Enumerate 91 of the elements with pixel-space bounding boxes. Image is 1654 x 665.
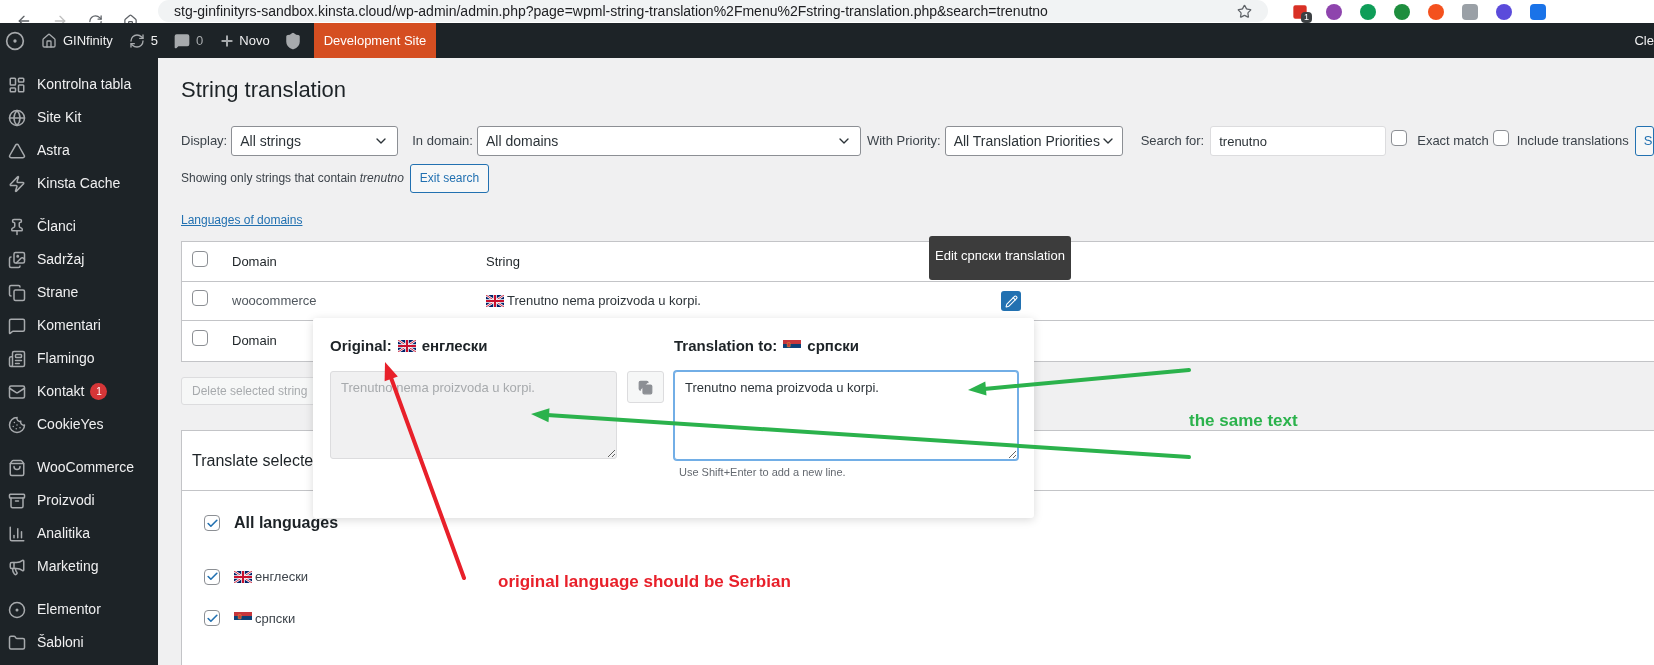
panel-title: Translate selecte (192, 450, 314, 471)
domain-select[interactable]: All domains (476, 126, 861, 156)
sidebar-item[interactable]: Strane (0, 276, 158, 309)
translation-label: Translation to: (674, 335, 778, 356)
sidebar-item[interactable]: Kontakt 1 (0, 375, 158, 408)
search-notice: Showing only strings that contain trenutno (181, 170, 404, 187)
star-icon[interactable] (1237, 3, 1252, 19)
comments-count[interactable]: 0 (196, 30, 204, 51)
extension-icon[interactable] (1394, 4, 1410, 20)
site-name-link[interactable]: GINfinity (63, 30, 113, 51)
copy-icon (638, 379, 653, 395)
checkbox[interactable] (1492, 130, 1509, 147)
extension-icon[interactable] (1496, 4, 1512, 20)
annotation-note: the same text (1189, 410, 1298, 432)
extension-icon[interactable] (1326, 4, 1342, 20)
updates-icon[interactable] (128, 32, 145, 49)
checkbox[interactable] (192, 290, 208, 307)
checkbox-label: српски (255, 609, 296, 628)
filter-label: In domain: (412, 132, 473, 151)
checkbox-label: Include translations (1516, 132, 1629, 151)
extension-icon[interactable] (1360, 4, 1376, 20)
globe-icon (7, 107, 27, 128)
sidebar-item[interactable]: Komentari (0, 309, 158, 342)
sidebar-item[interactable]: Elementor (0, 593, 158, 626)
notification-badge: 1 (90, 383, 108, 400)
media-icon (7, 249, 27, 270)
search-button[interactable]: S (1634, 126, 1654, 156)
extension-icon[interactable] (1428, 4, 1444, 20)
checkbox-label: All languages (234, 513, 339, 533)
cookie-icon (7, 414, 27, 435)
extension-badge: 1 (1301, 12, 1312, 23)
sidebar-item[interactable]: Site Kit (0, 101, 158, 134)
filter-label: Display: (181, 132, 228, 151)
exit-search-button[interactable]: Exit search (409, 163, 490, 193)
comments-icon[interactable] (174, 32, 191, 49)
updates-count[interactable]: 5 (150, 30, 159, 51)
shopping-bag-icon (7, 457, 27, 478)
table-cell-text: Trenutno nema proizvoda u korpi. (507, 292, 701, 311)
filter-label: With Priority: (866, 132, 941, 151)
flag-icon (486, 295, 504, 307)
flag-icon (397, 340, 416, 352)
home-icon[interactable] (41, 32, 57, 49)
sidebar-item[interactable]: Marketing (0, 550, 158, 583)
edit-translation-button[interactable] (1001, 291, 1021, 311)
checkbox[interactable] (204, 568, 220, 585)
checkbox[interactable] (192, 330, 208, 347)
checkbox[interactable] (204, 610, 220, 627)
display-select[interactable]: All strings (231, 126, 399, 156)
copy-button[interactable] (627, 371, 664, 403)
environment-label[interactable]: Development Site (313, 23, 437, 58)
sidebar-item[interactable]: Članci (0, 210, 158, 243)
flag-icon (234, 570, 252, 583)
sidebar-item[interactable]: Sadržaj (0, 243, 158, 276)
form-icon (7, 348, 27, 369)
sidebar-item[interactable]: Flamingo (0, 342, 158, 375)
account-link[interactable]: Cle (1634, 30, 1654, 51)
sidebar-item[interactable]: Analitika (0, 517, 158, 550)
checkbox-label: енглески (255, 568, 309, 586)
extension-icon[interactable] (1530, 4, 1546, 20)
priority-select[interactable]: All Translation Priorities (944, 126, 1123, 156)
language-name: српски (807, 335, 859, 356)
checkbox[interactable] (1391, 130, 1408, 147)
new-link[interactable]: Novo (239, 30, 270, 51)
checkbox[interactable] (192, 250, 208, 267)
annotation-note: original language should be Serbian (498, 571, 791, 593)
sidebar-item[interactable]: CookieYes (0, 408, 158, 441)
checkbox-label: Exact match (1417, 132, 1489, 151)
circle-logo-icon[interactable] (5, 30, 25, 51)
checkbox[interactable] (204, 515, 220, 531)
original-label: Original: (330, 335, 392, 356)
languages-link[interactable]: Languages of domains (181, 211, 303, 229)
shield-icon[interactable] (283, 31, 302, 50)
sidebar-item[interactable]: Proizvodi (0, 484, 158, 517)
page-title: String translation (181, 76, 348, 104)
sidebar-item[interactable]: WooCommerce (0, 451, 158, 484)
sidebar-item[interactable]: Kontrolna tabla (0, 68, 158, 101)
filter-label: Search for: (1140, 132, 1205, 151)
column-header[interactable]: Domain (232, 251, 486, 272)
circle-logo-icon (7, 599, 27, 620)
table-cell-text: woocommerce (232, 292, 318, 311)
tooltip: Edit српски translation (929, 236, 1071, 280)
search-field[interactable]: trenutno (1210, 126, 1387, 156)
lightning-icon (7, 173, 27, 194)
pages-icon (7, 282, 27, 303)
language-name: енглески (421, 335, 488, 356)
address-bar[interactable]: stg-ginfinityrs-sandbox.kinsta.cloud/wp-admin/admin.php?page=wpml-string-translation%2Fmenu%2Fstring-translation.php&search=trenutno (158, 0, 1268, 22)
translation-text-area[interactable]: Trenutno nema proizvoda u korpi. (674, 371, 1018, 460)
hint-text: Use Shift+Enter to add a new line. (678, 465, 847, 480)
sidebar-item[interactable]: Astra (0, 134, 158, 167)
sidebar-item[interactable]: Šabloni (0, 626, 158, 659)
sidebar-item[interactable]: Kinsta Cache (0, 167, 158, 200)
